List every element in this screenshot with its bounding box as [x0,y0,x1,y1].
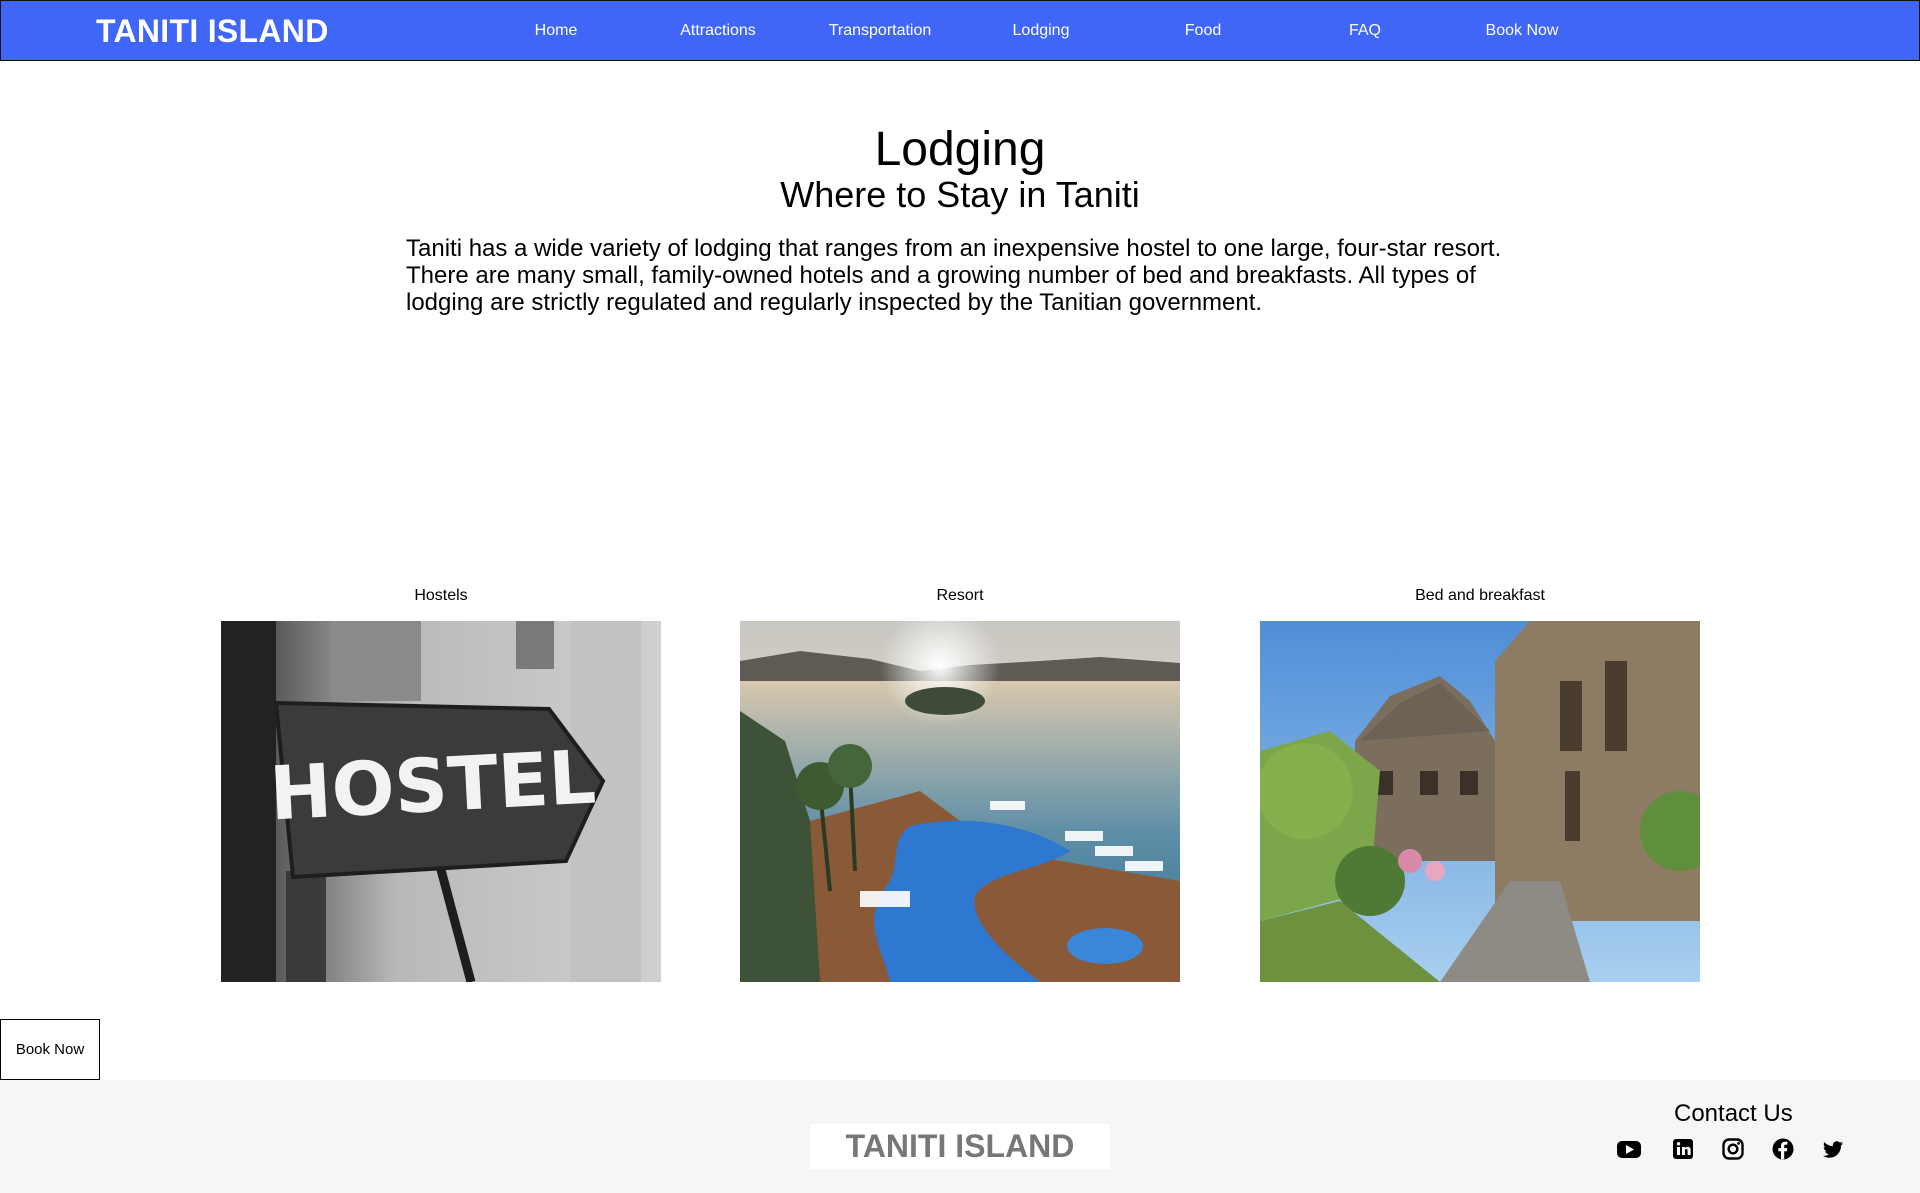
card-caption-hostels: Hostels [414,587,468,604]
nav-book-now[interactable]: Book Now [1486,22,1559,40]
nav-lodging[interactable]: Lodging [1013,22,1070,40]
linkedin-icon[interactable] [1670,1136,1696,1162]
nav-food[interactable]: Food [1185,22,1221,40]
footer-brand: TANITI ISLAND [845,1128,1075,1164]
intro-paragraph: Taniti has a wide variety of lodging tha… [406,235,1502,316]
nav-home[interactable]: Home [535,22,578,40]
resort-pool-image [740,621,1180,982]
nav-transportation[interactable]: Transportation [829,22,932,40]
page-subtitle: Where to Stay in Taniti [780,174,1140,215]
nav-faq[interactable]: FAQ [1349,22,1381,40]
footer: TANITI ISLAND Contact Us [0,1080,1920,1193]
stone-cottage-image [1260,621,1700,982]
top-navbar: TANITI ISLAND Home Attractions Transport… [0,0,1920,61]
book-now-button[interactable]: Book Now [0,1019,100,1080]
facebook-icon[interactable] [1770,1136,1796,1162]
hostel-sign-image: HOSTEL [221,621,661,982]
contact-title: Contact Us [1674,1100,1793,1127]
footer-brand-box: TANITI ISLAND [810,1124,1110,1169]
card-caption-bed-and-breakfast: Bed and breakfast [1415,587,1545,604]
instagram-icon[interactable] [1720,1136,1746,1162]
nav-attractions[interactable]: Attractions [680,22,756,40]
hostel-sign-text: HOSTEL [268,735,598,838]
page-title: Lodging [874,123,1046,176]
twitter-icon[interactable] [1820,1136,1846,1162]
site-brand[interactable]: TANITI ISLAND [96,13,329,50]
card-caption-resort: Resort [936,587,984,604]
youtube-icon[interactable] [1616,1136,1642,1162]
